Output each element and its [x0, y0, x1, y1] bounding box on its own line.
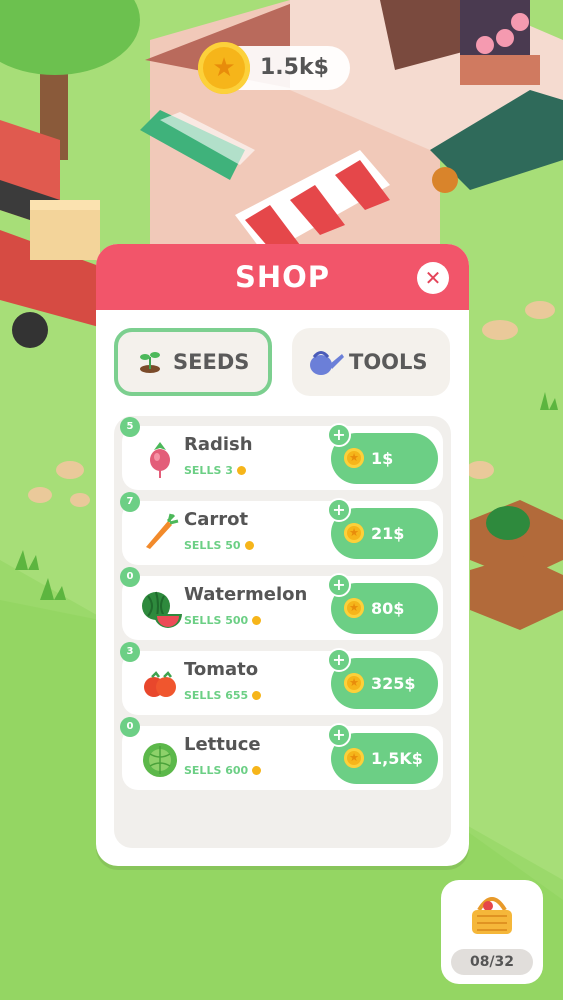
plus-icon: + [327, 648, 351, 672]
shop-title: SHOP [234, 260, 331, 294]
item-name: Lettuce [184, 734, 261, 755]
tab-tools-label: TOOLS [349, 350, 428, 374]
item-name: Watermelon [184, 584, 308, 605]
item-name: Tomato [184, 659, 259, 680]
buy-price: 1,5K$ [371, 749, 423, 768]
close-button[interactable]: ✕ [417, 262, 449, 294]
buy-button[interactable]: + ★ 1$ [327, 423, 438, 484]
buy-button[interactable]: + ★ 21$ [327, 498, 438, 559]
coin-icon: ★ [344, 673, 364, 693]
buy-button[interactable]: + ★ 80$ [327, 573, 438, 634]
buy-price: 325$ [371, 674, 416, 693]
list-item: 5 Radish SELLS 3 + ★ 1$ [120, 417, 443, 490]
plus-icon: + [327, 498, 351, 522]
sell-price: SELLS 50 [184, 539, 254, 552]
tomato-icon [144, 671, 176, 697]
tab-seeds-label: SEEDS [173, 350, 250, 374]
coin-icon: ★ [344, 448, 364, 468]
coin-icon: ★ [198, 42, 250, 94]
sell-price: SELLS 3 [184, 464, 246, 477]
carrot-icon [146, 513, 179, 549]
buy-price: 21$ [371, 524, 405, 543]
mini-coin-icon [236, 466, 246, 475]
seed-list: 5 Radish SELLS 3 + ★ 1$ 7 Carrot SELLS 5… [114, 416, 451, 848]
mini-coin-icon [244, 541, 254, 550]
buy-price: 80$ [371, 599, 405, 618]
owned-count-badge: 5 [120, 417, 140, 437]
sell-price: SELLS 600 [184, 764, 262, 777]
tab-seeds[interactable]: SEEDS [114, 328, 272, 396]
item-name: Carrot [184, 509, 249, 530]
basket-count: 08/32 [451, 949, 533, 975]
sprout-icon [140, 352, 160, 373]
mini-coin-icon [252, 766, 262, 775]
list-item: 0 Lettuce SELLS 600 + ★ 1,5K$ [120, 717, 443, 790]
basket-icon [472, 897, 512, 934]
list-item: 7 Carrot SELLS 50 + ★ 21$ [120, 492, 443, 565]
item-name: Radish [184, 434, 253, 455]
plus-icon: + [327, 723, 351, 747]
sell-price: SELLS 655 [184, 689, 262, 702]
owned-count-badge: 0 [120, 717, 140, 737]
buy-price: 1$ [371, 449, 394, 468]
owned-count-badge: 0 [120, 567, 140, 587]
owned-count-badge: 7 [120, 492, 140, 512]
buy-button[interactable]: + ★ 1,5K$ [327, 723, 438, 784]
list-item: 3 Tomato SELLS 655 + ★ 325$ [120, 642, 443, 715]
coin-balance: ★ 1.5k$ [198, 42, 350, 94]
coin-icon: ★ [344, 748, 364, 768]
tab-tools[interactable]: TOOLS [292, 328, 450, 396]
plus-icon: + [327, 423, 351, 447]
watering-can-icon [310, 351, 344, 375]
owned-count-badge: 3 [120, 642, 140, 662]
close-icon: ✕ [424, 266, 442, 290]
basket-button[interactable]: 08/32 [441, 880, 543, 984]
coin-icon: ★ [344, 598, 364, 618]
coin-icon: ★ [344, 523, 364, 543]
shop-header: SHOP ✕ [96, 244, 469, 310]
buy-button[interactable]: + ★ 325$ [327, 648, 438, 709]
shop-dialog: SHOP ✕ SEEDS TOOLS 5 Radish SELLS 3 + ★ … [96, 244, 469, 866]
list-item: 0 Watermelon SELLS 500 + ★ 80$ [120, 567, 443, 640]
radish-icon [150, 442, 170, 478]
watermelon-icon [142, 591, 182, 628]
plus-icon: + [327, 573, 351, 597]
coin-amount: 1.5k$ [260, 55, 329, 80]
mini-coin-icon [252, 616, 262, 625]
lettuce-icon [143, 743, 177, 777]
mini-coin-icon [252, 691, 262, 700]
sell-price: SELLS 500 [184, 614, 262, 627]
